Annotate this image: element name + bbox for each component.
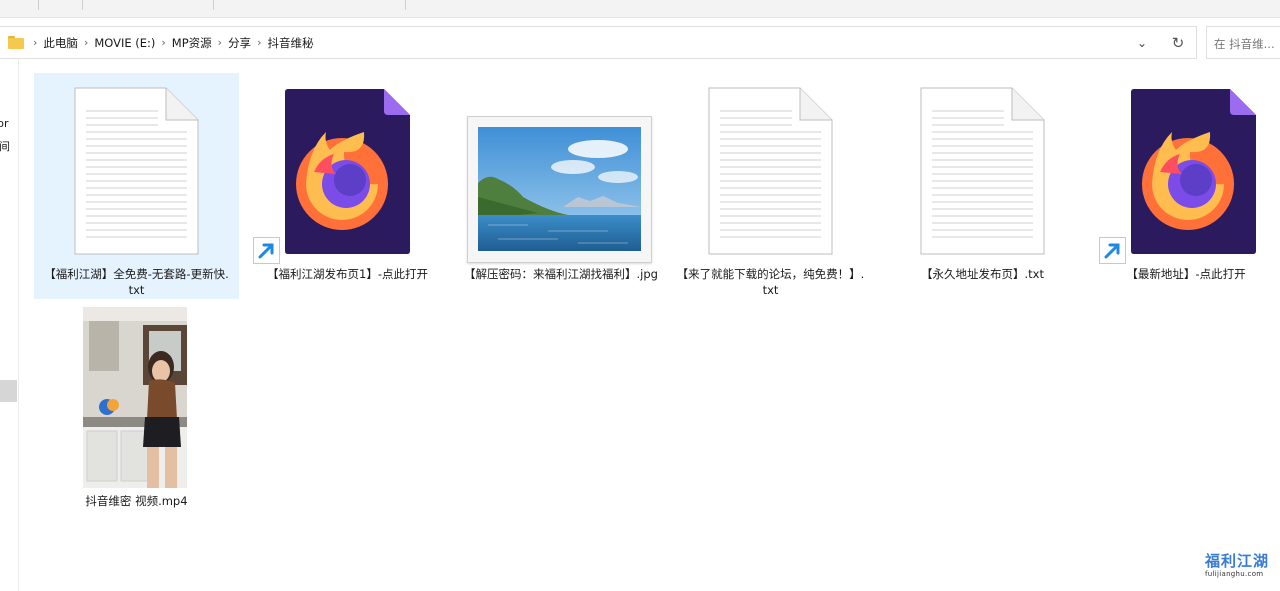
file-name: 抖音维密 视频.mp4 xyxy=(34,493,239,509)
file-name-line: 【福利江湖发布页1】-点此打开 xyxy=(267,267,428,281)
text-document-icon xyxy=(74,87,199,255)
breadcrumb-current-folder[interactable]: 抖音维秘 xyxy=(262,35,318,51)
file-name: 【最新地址】-点此打开 xyxy=(1092,266,1280,282)
file-item[interactable]: 【福利江湖发布页1】-点此打开 xyxy=(245,73,450,299)
file-name: 【福利江湖发布页1】-点此打开 xyxy=(245,266,450,282)
toolbar-strip xyxy=(0,0,1280,18)
text-document-icon xyxy=(708,87,833,255)
file-item[interactable]: 【福利江湖】全免费-无套路-更新快. txt xyxy=(34,73,239,299)
nav-item-label[interactable]: rsor xyxy=(0,117,9,130)
breadcrumb: › 此电脑 › MOVIE (E:) › MP资源 › 分享 › 抖音维秘 xyxy=(0,27,318,58)
breadcrumb-share[interactable]: 分享 xyxy=(223,35,256,51)
folder-icon xyxy=(8,36,24,49)
search-placeholder: 在 抖音维... xyxy=(1214,37,1275,51)
file-name-line: txt xyxy=(128,283,145,297)
file-item[interactable]: 【永久地址发布页】.txt xyxy=(880,73,1085,299)
toolbar-separator xyxy=(82,0,83,10)
firefox-shortcut-icon xyxy=(285,89,410,254)
file-name: 【解压密码：来福利江湖找福利】.jpg xyxy=(456,266,666,282)
file-name: 【福利江湖】全免费-无套路-更新快. txt xyxy=(34,266,239,298)
file-name: 【永久地址发布页】.txt xyxy=(880,266,1085,282)
file-item[interactable]: 【解压密码：来福利江湖找福利】.jpg xyxy=(456,73,666,299)
file-name-line: 【来了就能下载的论坛，纯免费！】. xyxy=(676,267,865,281)
address-bar[interactable]: › 此电脑 › MOVIE (E:) › MP资源 › 分享 › 抖音维秘 ⌄ … xyxy=(0,26,1197,59)
breadcrumb-this-pc[interactable]: 此电脑 xyxy=(38,35,83,51)
file-name-line: 【永久地址发布页】.txt xyxy=(921,267,1044,281)
watermark-title: 福利江湖 xyxy=(1205,552,1270,570)
shortcut-arrow-icon xyxy=(253,237,280,264)
breadcrumb-drive[interactable]: MOVIE (E:) xyxy=(89,36,160,50)
file-name-line: 【最新地址】-点此打开 xyxy=(1126,267,1246,281)
toolbar-separator xyxy=(405,0,406,10)
text-document-icon xyxy=(920,87,1045,255)
navigation-pane[interactable]: rsor 间 xyxy=(0,60,19,591)
watermark-logo: 福利江湖 fulijianghu.com xyxy=(1205,553,1275,585)
watermark-subtitle: fulijianghu.com xyxy=(1205,570,1264,578)
landscape-image-thumbnail xyxy=(467,116,652,263)
file-item[interactable]: 【来了就能下载的论坛，纯免费！】. txt xyxy=(668,73,873,299)
nav-item-label[interactable]: 间 xyxy=(0,138,10,154)
toolbar-separator xyxy=(38,0,39,10)
chevron-down-icon[interactable]: ⌄ xyxy=(1124,36,1160,50)
toolbar-separator xyxy=(213,0,214,10)
file-name-line: txt xyxy=(762,283,779,297)
file-name: 【来了就能下载的论坛，纯免费！】. txt xyxy=(668,266,873,298)
breadcrumb-mp-resources[interactable]: MP资源 xyxy=(167,35,217,51)
file-name-line: 抖音维密 视频.mp4 xyxy=(85,494,188,508)
refresh-icon[interactable]: ↻ xyxy=(1160,34,1196,52)
shortcut-arrow-icon xyxy=(1099,237,1126,264)
file-name-line: 【福利江湖】全免费-无套路-更新快. xyxy=(44,267,229,281)
file-item[interactable]: 抖音维密 视频.mp4 xyxy=(34,300,239,515)
video-thumbnail xyxy=(83,307,187,488)
search-input[interactable]: 在 抖音维... xyxy=(1206,26,1280,59)
file-item[interactable]: 【最新地址】-点此打开 xyxy=(1092,73,1280,299)
scrollbar-thumb[interactable] xyxy=(0,380,17,402)
firefox-shortcut-icon xyxy=(1131,89,1256,254)
file-name-line: 【解压密码：来福利江湖找福利】.jpg xyxy=(464,267,658,281)
